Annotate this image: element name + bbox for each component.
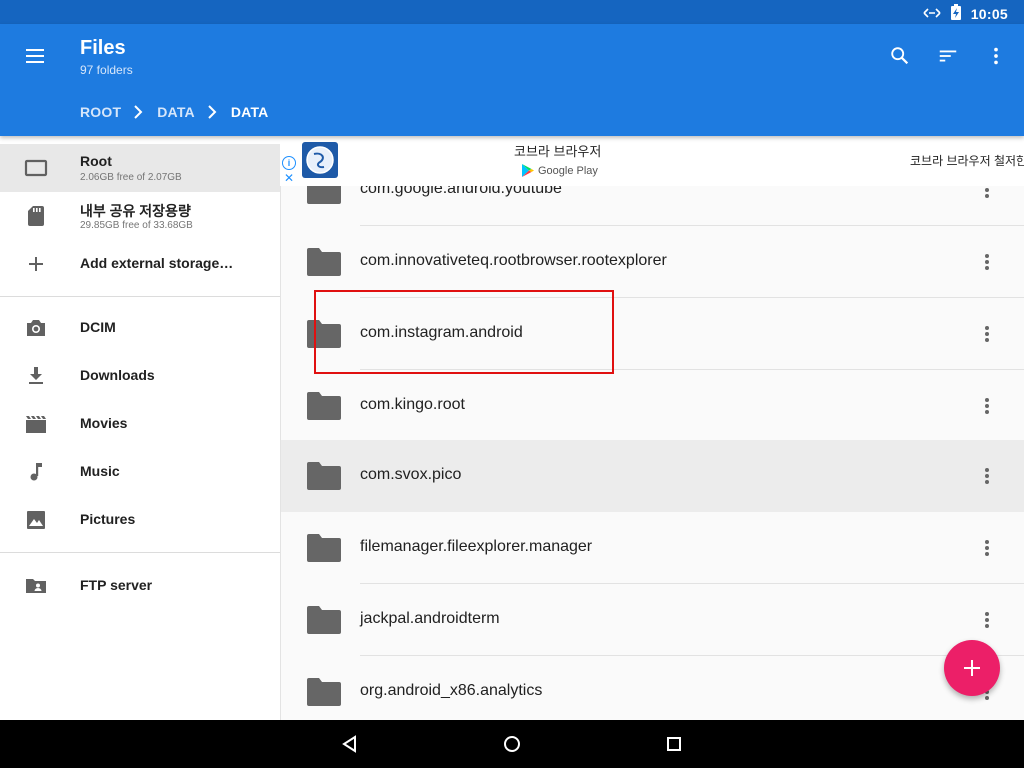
download-icon <box>24 364 48 388</box>
back-triangle-icon <box>342 735 356 753</box>
sidebar-item-root[interactable]: Root 2.06GB free of 2.07GB <box>0 144 280 192</box>
sidebar-item-label: Downloads <box>80 367 155 383</box>
folder-name: com.kingo.root <box>360 396 465 413</box>
menu-button[interactable] <box>22 44 50 68</box>
sidebar-item-label: 내부 공유 저장용량 <box>80 203 191 219</box>
more-vert-icon[interactable] <box>977 394 997 418</box>
ad-store: Google Play <box>522 164 598 177</box>
music-note-icon <box>24 460 48 484</box>
chevron-right-icon <box>207 105 217 119</box>
breadcrumb-data[interactable]: DATA <box>157 104 195 120</box>
ad-info-icon[interactable]: i <box>282 156 296 170</box>
folder-icon <box>307 534 341 562</box>
sd-card-icon <box>24 204 48 228</box>
page-title: Files <box>80 37 126 59</box>
battery-charging-icon <box>950 4 961 23</box>
ad-title: 코브라 브라우저 <box>514 144 602 159</box>
list-item[interactable]: filemanager.fileexplorer.manager <box>281 512 1024 584</box>
more-vert-icon[interactable] <box>977 322 997 346</box>
ad-text: 코브라 브라우저 철저한 <box>910 154 1024 168</box>
sidebar-item-ftp-server[interactable]: FTP server <box>0 562 280 610</box>
home-button[interactable] <box>500 732 524 756</box>
ad-close-icon[interactable]: ✕ <box>284 171 294 185</box>
more-options-button[interactable] <box>982 42 1010 70</box>
sort-icon <box>939 50 957 62</box>
more-vert-icon <box>994 47 998 65</box>
storage-free: 2.06GB free of 2.07GB <box>80 172 182 183</box>
storage-icon <box>24 156 48 180</box>
sidebar-item-label: FTP server <box>80 577 153 593</box>
more-vert-icon[interactable] <box>977 608 997 632</box>
divider <box>0 296 280 297</box>
ad-store-label: Google Play <box>538 164 598 177</box>
divider <box>0 552 280 553</box>
more-vert-icon[interactable] <box>977 536 997 560</box>
google-play-icon <box>522 164 534 177</box>
sidebar-item-label: Movies <box>80 415 128 431</box>
back-button[interactable] <box>338 732 362 756</box>
navigation-bar <box>0 720 1024 768</box>
chevron-right-icon <box>133 105 143 119</box>
hamburger-menu-icon <box>26 49 44 63</box>
plus-icon <box>24 252 48 276</box>
status-bar: 10:05 <box>0 0 1024 24</box>
file-list: com.google.android.youtube com.innovativ… <box>281 136 1024 720</box>
ad-banner[interactable]: i ✕ 코브라 브라우저 Google Play 코브라 브라우저 철저한 <box>280 136 1024 186</box>
breadcrumb-current[interactable]: DATA <box>231 104 269 120</box>
ftp-folder-icon <box>24 574 48 598</box>
app-bar: Files 97 folders ROOT DATA DATA <box>0 24 1024 136</box>
sidebar-item-label: Add external storage… <box>80 255 234 271</box>
folder-name: filemanager.fileexplorer.manager <box>360 538 593 555</box>
sidebar-item-label: Music <box>80 463 120 479</box>
breadcrumb-root[interactable]: ROOT <box>80 104 121 120</box>
sidebar-item-label: Pictures <box>80 511 136 527</box>
sidebar-item-label: Root <box>80 153 112 169</box>
plus-icon <box>964 660 980 676</box>
list-item[interactable]: com.innovativeteq.rootbrowser.rootexplor… <box>281 226 1024 298</box>
add-external-storage-button[interactable]: Add external storage… <box>0 240 280 288</box>
sidebar-item-pictures[interactable]: Pictures <box>0 496 280 544</box>
more-vert-icon[interactable] <box>977 250 997 274</box>
sort-button[interactable] <box>934 42 962 70</box>
sidebar-item-music[interactable]: Music <box>0 448 280 496</box>
status-time: 10:05 <box>970 5 1008 22</box>
home-circle-icon <box>504 736 520 752</box>
sidebar-item-downloads[interactable]: Downloads <box>0 352 280 400</box>
sidebar-item-internal-storage[interactable]: 내부 공유 저장용량 29.85GB free of 33.68GB <box>0 192 280 240</box>
folder-icon <box>307 462 341 490</box>
sidebar-item-movies[interactable]: Movies <box>0 400 280 448</box>
sidebar-item-dcim[interactable]: DCIM <box>0 304 280 352</box>
list-item[interactable]: org.android_x86.analytics <box>281 656 1024 720</box>
folder-name: jackpal.androidterm <box>360 610 500 627</box>
highlight-annotation <box>314 290 614 374</box>
list-item[interactable]: jackpal.androidterm <box>281 584 1024 656</box>
camera-icon <box>24 316 48 340</box>
folder-icon <box>307 606 341 634</box>
list-item[interactable]: com.kingo.root <box>281 370 1024 442</box>
folder-icon <box>307 248 341 276</box>
recents-square-icon <box>667 737 681 751</box>
folder-name: org.android_x86.analytics <box>360 682 543 699</box>
search-button[interactable] <box>886 42 914 70</box>
folder-count: 97 folders <box>80 63 133 77</box>
ad-app-logo <box>302 142 338 178</box>
sidebar-item-label: DCIM <box>80 319 116 335</box>
breadcrumb: ROOT DATA DATA <box>80 104 268 120</box>
folder-name: com.innovativeteq.rootbrowser.rootexplor… <box>360 252 667 269</box>
add-fab-button[interactable] <box>944 640 1000 696</box>
data-sync-icon <box>923 6 941 22</box>
folder-icon <box>307 392 341 420</box>
more-vert-icon[interactable] <box>977 464 997 488</box>
search-icon <box>891 47 909 65</box>
storage-free: 29.85GB free of 33.68GB <box>80 220 193 231</box>
recents-button[interactable] <box>662 732 686 756</box>
movie-icon <box>24 412 48 436</box>
image-icon <box>24 508 48 532</box>
list-item[interactable]: com.svox.pico <box>281 440 1024 512</box>
folder-name: com.svox.pico <box>360 466 462 483</box>
folder-icon <box>307 678 341 706</box>
sidebar: Root 2.06GB free of 2.07GB 내부 공유 저장용량 29… <box>0 136 281 720</box>
